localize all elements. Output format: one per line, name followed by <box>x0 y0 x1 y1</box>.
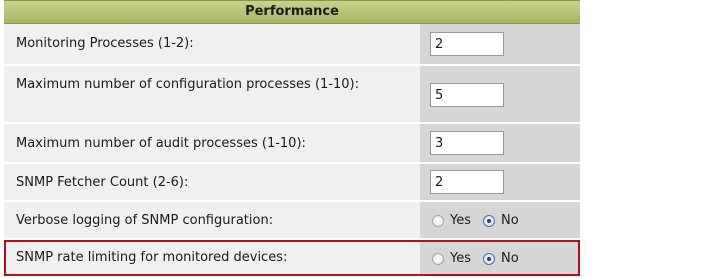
snmp-rate-limiting-no-label[interactable]: No <box>501 250 519 268</box>
snmp-rate-limiting-row: SNMP rate limiting for monitored devices… <box>4 240 580 276</box>
snmp-fetcher-row: SNMP Fetcher Count (2-6): <box>4 164 580 200</box>
snmp-rate-limiting-radio-group: Yes No <box>432 250 531 268</box>
verbose-logging-label: Verbose logging of SNMP configuration: <box>16 213 274 228</box>
config-processes-input[interactable] <box>430 83 504 107</box>
audit-processes-label: Maximum number of audit processes (1-10)… <box>16 136 306 151</box>
snmp-rate-limiting-yes-radio[interactable] <box>432 253 444 265</box>
snmp-rate-limiting-label: SNMP rate limiting for monitored devices… <box>16 250 288 265</box>
config-processes-row: Maximum number of configuration processe… <box>4 66 580 122</box>
snmp-rate-limiting-yes-label[interactable]: Yes <box>450 250 471 268</box>
verbose-logging-radio-group: Yes No <box>432 212 531 230</box>
section-header: Performance <box>4 0 580 24</box>
audit-processes-input[interactable] <box>430 131 504 155</box>
monitoring-processes-row: Monitoring Processes (1-2): <box>4 24 580 64</box>
verbose-logging-row: Verbose logging of SNMP configuration: Y… <box>4 202 580 238</box>
verbose-logging-yes-radio[interactable] <box>432 215 444 227</box>
snmp-rate-limiting-no-radio[interactable] <box>483 253 495 265</box>
snmp-fetcher-input[interactable] <box>430 170 504 194</box>
verbose-logging-no-radio[interactable] <box>483 215 495 227</box>
audit-processes-row: Maximum number of audit processes (1-10)… <box>4 124 580 162</box>
snmp-fetcher-label: SNMP Fetcher Count (2-6): <box>16 175 189 190</box>
performance-panel: Performance Monitoring Processes (1-2): … <box>4 0 714 278</box>
verbose-logging-yes-label[interactable]: Yes <box>450 212 471 230</box>
config-processes-label: Maximum number of configuration processe… <box>16 77 359 92</box>
monitoring-processes-input[interactable] <box>430 32 504 56</box>
monitoring-processes-label: Monitoring Processes (1-2): <box>16 36 194 51</box>
verbose-logging-no-label[interactable]: No <box>501 212 519 230</box>
